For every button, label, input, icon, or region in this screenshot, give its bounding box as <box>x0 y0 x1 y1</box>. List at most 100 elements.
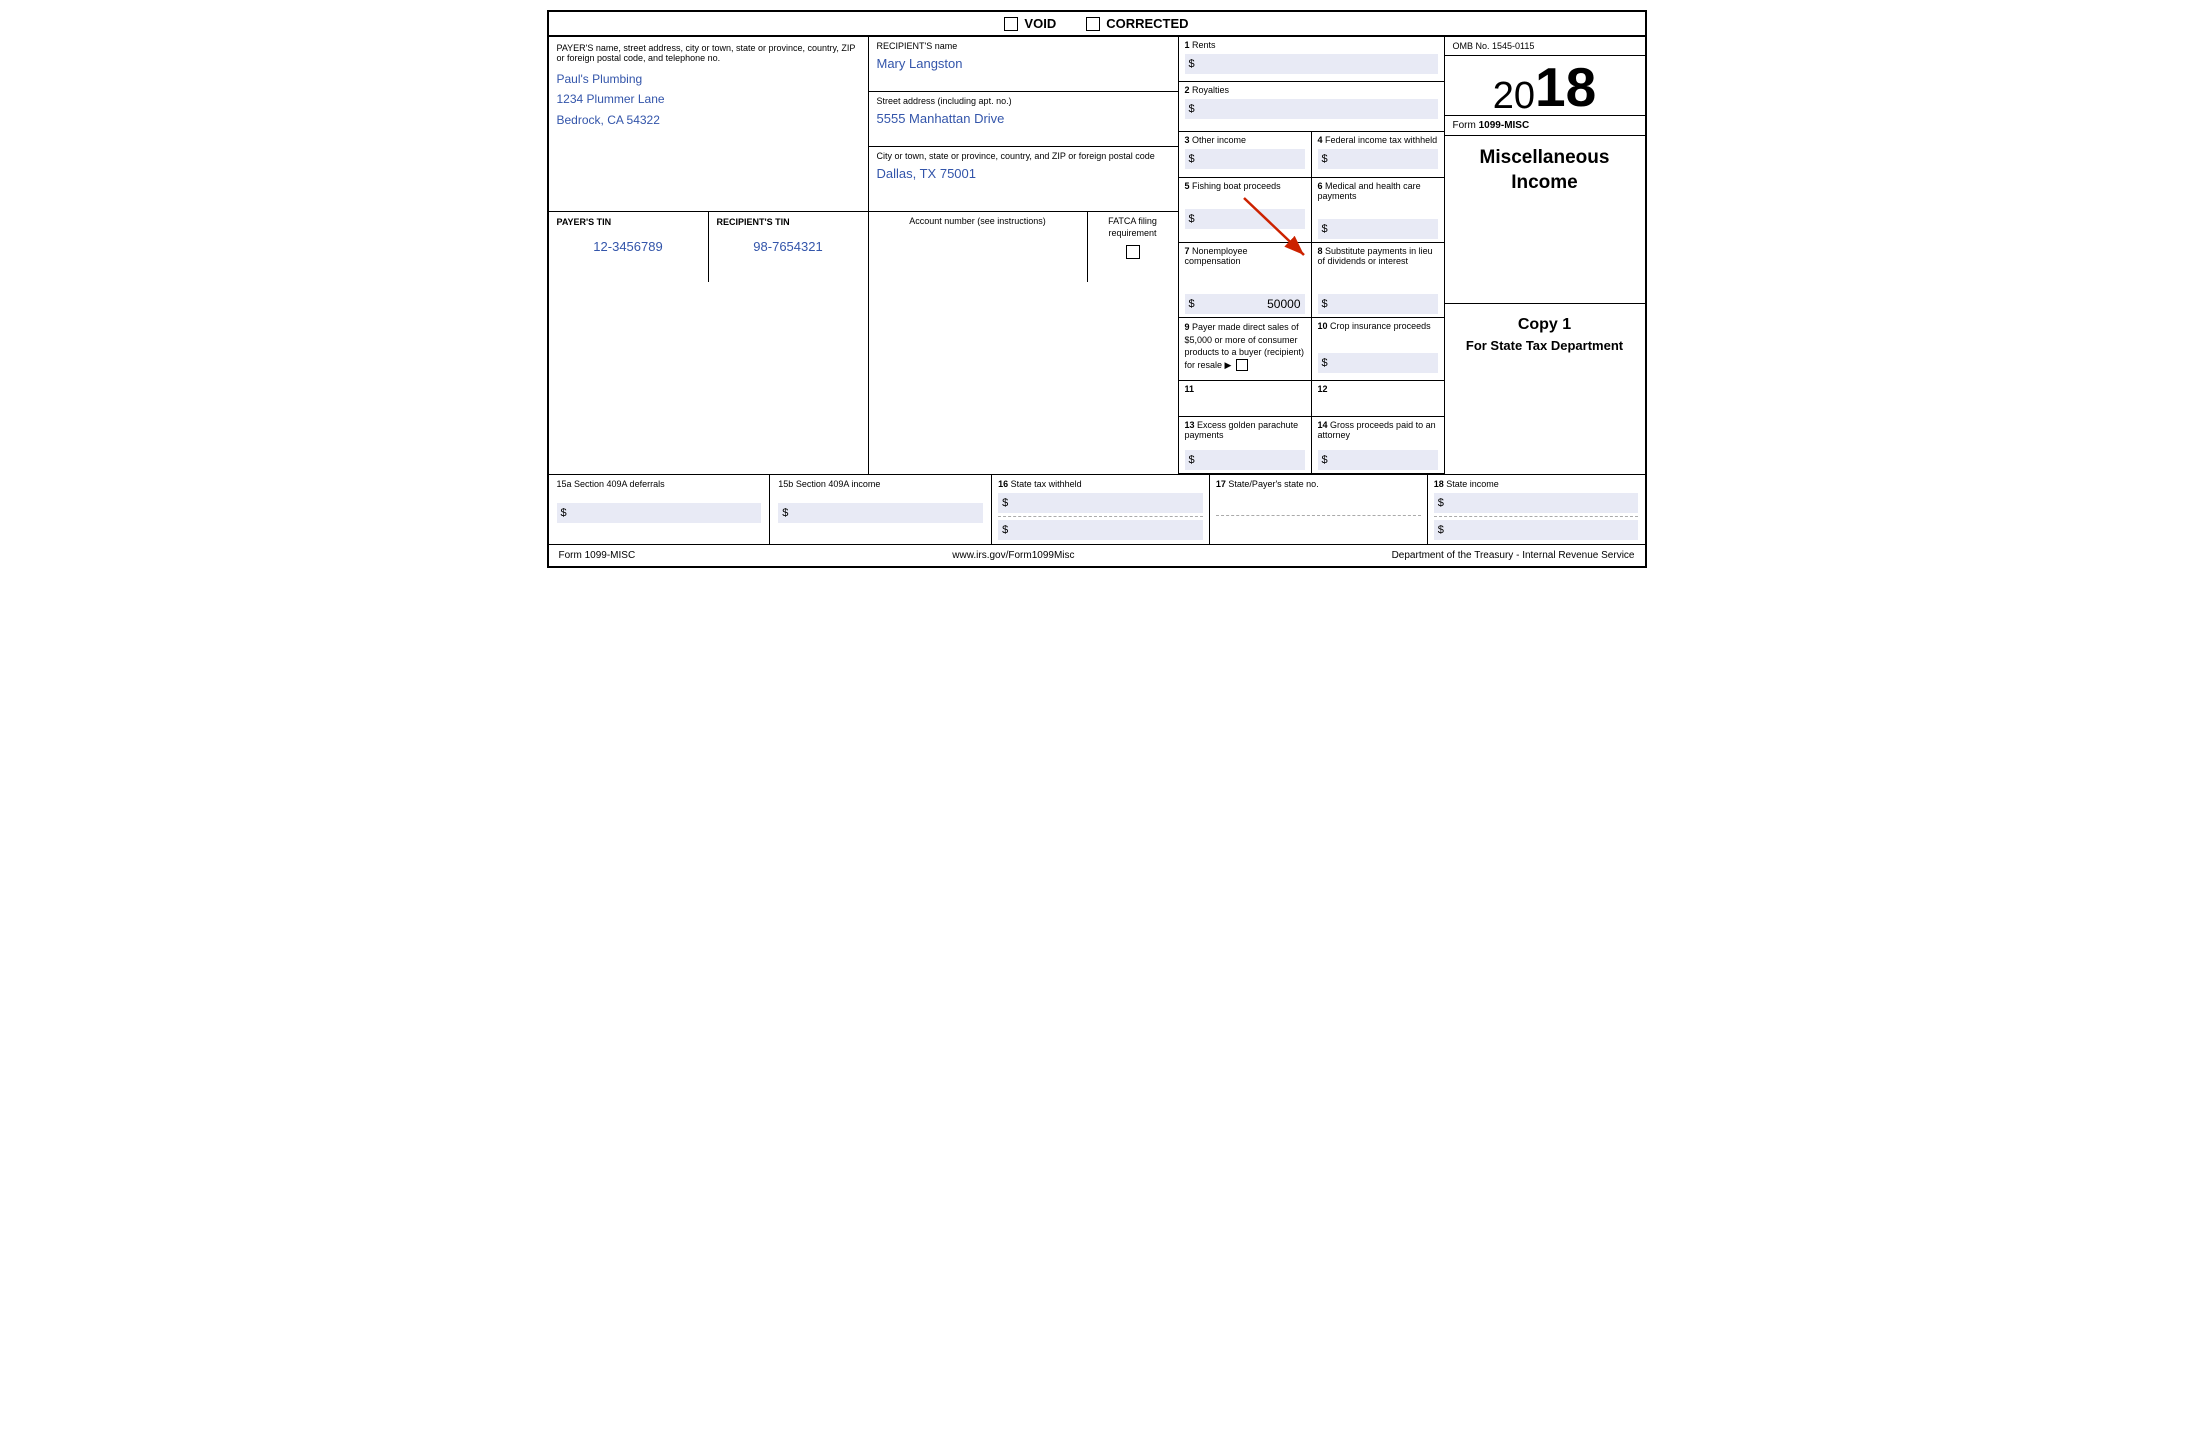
box15a-amount: $ <box>557 503 762 523</box>
header-row: VOID CORRECTED <box>549 12 1645 37</box>
box7-value: 50000 <box>1267 297 1300 311</box>
account-fatca-row: Account number (see instructions) FATCA … <box>869 212 1178 282</box>
box-13: 13 Excess golden parachute payments $ <box>1179 417 1312 473</box>
box18-amount1: $ <box>1434 493 1639 513</box>
box7-label: 7 Nonemployee compensation <box>1185 246 1305 266</box>
box10-dollar: $ <box>1322 357 1328 369</box>
void-label: VOID <box>1024 16 1056 31</box>
box18-label: 18 State income <box>1434 479 1639 489</box>
box15a-dollar: $ <box>561 507 567 519</box>
box-12: 12 <box>1312 381 1444 416</box>
fatca-block: FATCA filing requirement <box>1088 212 1178 282</box>
box3-amount: $ <box>1185 149 1305 169</box>
box-5: 5 Fishing boat proceeds $ <box>1179 178 1312 242</box>
payer-tin-value: 12-3456789 <box>557 227 700 254</box>
box18-dashed <box>1434 516 1639 517</box>
box5-dollar: $ <box>1189 213 1195 225</box>
box2-amount: $ <box>1185 99 1438 119</box>
copy-section: Copy 1 For State Tax Department <box>1445 304 1645 475</box>
box-17: 17 State/Payer's state no. <box>1210 475 1428 544</box>
payer-name-block: PAYER'S name, street address, city or to… <box>549 37 868 212</box>
footer-website: www.irs.gov/Form1099Misc <box>952 550 1074 561</box>
recipient-tin-label: RECIPIENT'S TIN <box>717 217 860 227</box>
box10-label: 10 Crop insurance proceeds <box>1318 321 1438 331</box>
box10-amount: $ <box>1318 353 1438 373</box>
footer-form-label: Form 1099-MISC <box>559 550 636 561</box>
box9-text: 9 Payer made direct sales of $5,000 or m… <box>1185 321 1305 371</box>
box-1: 1 Rents $ <box>1179 37 1444 82</box>
recipient-street-block: Street address (including apt. no.) 5555… <box>869 92 1178 147</box>
box17-label: 17 State/Payer's state no. <box>1216 479 1421 489</box>
box16-dashed <box>998 516 1203 517</box>
recipient-tin-value: 98-7654321 <box>717 227 860 254</box>
box-11-12-row: 11 12 <box>1179 381 1444 417</box>
void-checkbox[interactable] <box>1004 17 1018 31</box>
box-7-8-row: 7 Nonemployee compensation $ 50000 <box>1179 243 1444 318</box>
corrected-checkbox[interactable] <box>1086 17 1100 31</box>
box18-amount2: $ <box>1434 520 1639 540</box>
fatca-label: FATCA filing requirement <box>1094 216 1172 239</box>
box-14: 14 Gross proceeds paid to an attorney $ <box>1312 417 1444 473</box>
form-1099-misc: VOID CORRECTED PAYER'S name, street addr… <box>547 10 1647 568</box>
box-10: 10 Crop insurance proceeds $ <box>1312 318 1444 380</box>
box14-dollar: $ <box>1322 454 1328 466</box>
box-6: 6 Medical and health care payments $ <box>1312 178 1444 242</box>
payer-tin-label: PAYER'S TIN <box>557 217 700 227</box>
tin-row: PAYER'S TIN 12-3456789 RECIPIENT'S TIN 9… <box>549 212 868 282</box>
account-label: Account number (see instructions) <box>877 216 1079 226</box>
box-15a: 15a Section 409A deferrals $ <box>549 475 771 544</box>
box7-amount: $ 50000 <box>1185 294 1305 314</box>
form-name-block: Form 1099-MISC <box>1445 116 1645 136</box>
payer-field-label: PAYER'S name, street address, city or to… <box>557 43 860 63</box>
box16-label: 16 State tax withheld <box>998 479 1203 489</box>
box5-amount: $ <box>1185 209 1305 229</box>
recipient-street: 5555 Manhattan Drive <box>877 106 1170 126</box>
box-9-10-row: 9 Payer made direct sales of $5,000 or m… <box>1179 318 1444 381</box>
footer-dept: Department of the Treasury - Internal Re… <box>1392 550 1635 561</box>
fatca-checkbox[interactable] <box>1126 245 1140 259</box>
box3-dollar: $ <box>1189 153 1195 165</box>
box4-amount: $ <box>1318 149 1438 169</box>
box17-dashed <box>1216 515 1421 516</box>
corrected-label: CORRECTED <box>1106 16 1188 31</box>
payer-tin-block: PAYER'S TIN 12-3456789 <box>549 212 709 282</box>
box1-amount: $ <box>1185 54 1438 74</box>
form-label: Form <box>1453 120 1476 131</box>
box2-dollar: $ <box>1189 103 1195 115</box>
box6-label: 6 Medical and health care payments <box>1318 181 1438 201</box>
box-7: 7 Nonemployee compensation $ 50000 <box>1179 243 1312 317</box>
right-info-section: OMB No. 1545-0115 20 18 Form 1099-MISC M… <box>1445 37 1645 474</box>
box15a-label: 15a Section 409A deferrals <box>557 479 762 489</box>
box9-checkbox[interactable] <box>1236 359 1248 371</box>
box7-dollar: $ <box>1189 298 1195 310</box>
box14-amount: $ <box>1318 450 1438 470</box>
payer-city: Bedrock, CA 54322 <box>557 110 860 130</box>
box-9: 9 Payer made direct sales of $5,000 or m… <box>1179 318 1312 380</box>
recipient-tin-block: RECIPIENT'S TIN 98-7654321 <box>709 212 868 282</box>
box14-label: 14 Gross proceeds paid to an attorney <box>1318 420 1438 440</box>
box8-label: 8 Substitute payments in lieu of dividen… <box>1318 246 1438 266</box>
box6-amount: $ <box>1318 219 1438 239</box>
recipient-city-block: City or town, state or province, country… <box>869 147 1178 212</box>
year-prefix: 20 <box>1493 77 1535 115</box>
box4-dollar: $ <box>1322 153 1328 165</box>
recipient-name: Mary Langston <box>877 51 1170 71</box>
box-3: 3 Other income $ <box>1179 132 1312 177</box>
box-4: 4 Federal income tax withheld $ <box>1312 132 1444 177</box>
void-checkbox-item[interactable]: VOID <box>1004 16 1056 31</box>
corrected-checkbox-item[interactable]: CORRECTED <box>1086 16 1188 31</box>
box4-label: 4 Federal income tax withheld <box>1318 135 1438 145</box>
omb-number: OMB No. 1545-0115 <box>1453 41 1535 51</box>
row-15-18: 15a Section 409A deferrals $ 15b Section… <box>549 475 1645 545</box>
box16-amount2: $ <box>998 520 1203 540</box>
box2-label: 2 Royalties <box>1185 85 1438 95</box>
box5-label: 5 Fishing boat proceeds <box>1185 181 1305 191</box>
box8-amount: $ <box>1318 294 1438 314</box>
recipient-city: Dallas, TX 75001 <box>877 161 1170 181</box>
copy-title: Copy 1 <box>1453 316 1637 334</box>
misc-income-title: Miscellaneous Income <box>1445 136 1645 304</box>
box-11: 11 <box>1179 381 1312 416</box>
recipient-city-label: City or town, state or province, country… <box>877 151 1170 161</box>
form-name: 1099-MISC <box>1479 120 1530 131</box>
account-block: Account number (see instructions) <box>869 212 1088 282</box>
